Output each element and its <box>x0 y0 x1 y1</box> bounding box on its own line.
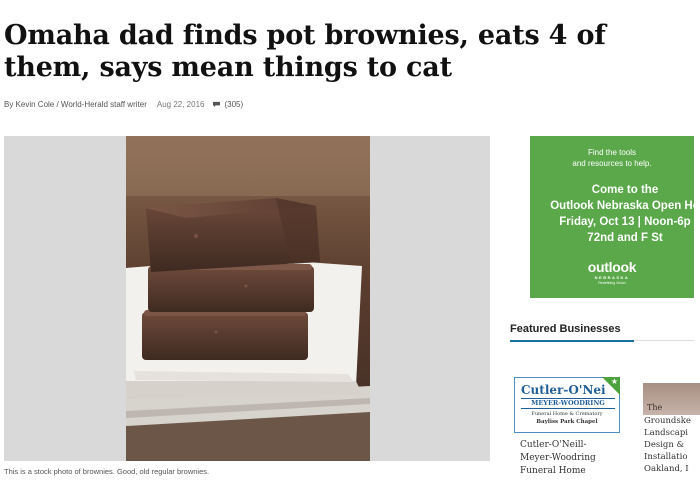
comment-icon <box>213 101 221 107</box>
business-name[interactable]: Groundske Landscapi Design & Installatio… <box>644 415 691 475</box>
featured-businesses-title: Featured Businesses <box>510 323 621 335</box>
publish-date: Aug 22, 2016 <box>156 99 205 109</box>
groundskeeper-logo: The <box>643 383 700 415</box>
business-card-cutler[interactable]: Cutler-O'Nei ★ MEYER-WOODRING Funeral Ho… <box>510 375 622 480</box>
ad-tagline: Find the tools and resources to help. <box>572 148 652 168</box>
article-photo-container <box>4 136 490 461</box>
business-name[interactable]: Cutler-O'Neill- Meyer-Woodring Funeral H… <box>520 439 596 478</box>
byline: By Kevin Cole / World-Herald staff write… <box>4 97 243 111</box>
outlook-logo-tag: Redefining Vision <box>598 281 626 285</box>
cutler-logo: Cutler-O'Nei ★ MEYER-WOODRING Funeral Ho… <box>514 377 620 433</box>
business-card-groundskeeper[interactable]: The Groundske Landscapi Design & Install… <box>640 375 700 480</box>
brownies-photo[interactable] <box>126 136 370 461</box>
photo-caption: This is a stock photo of brownies. Good,… <box>4 467 210 476</box>
outlook-logo: outlook <box>587 259 637 275</box>
comment-count: (305) <box>224 99 244 109</box>
comments-link[interactable]: (305) <box>212 100 243 109</box>
author-byline[interactable]: By Kevin Cole / World-Herald staff write… <box>4 100 147 109</box>
star-icon: ★ <box>610 377 618 386</box>
outlook-logo-sub: NEBRASKA <box>594 275 630 280</box>
featured-divider <box>510 340 694 342</box>
outlook-nebraska-ad[interactable]: Find the tools and resources to help. Co… <box>530 136 694 298</box>
article-headline: Omaha dad finds pot brownies, eats 4 of … <box>4 20 606 83</box>
ad-headline: Come to the Outlook Nebraska Open Ho Fri… <box>550 184 694 244</box>
